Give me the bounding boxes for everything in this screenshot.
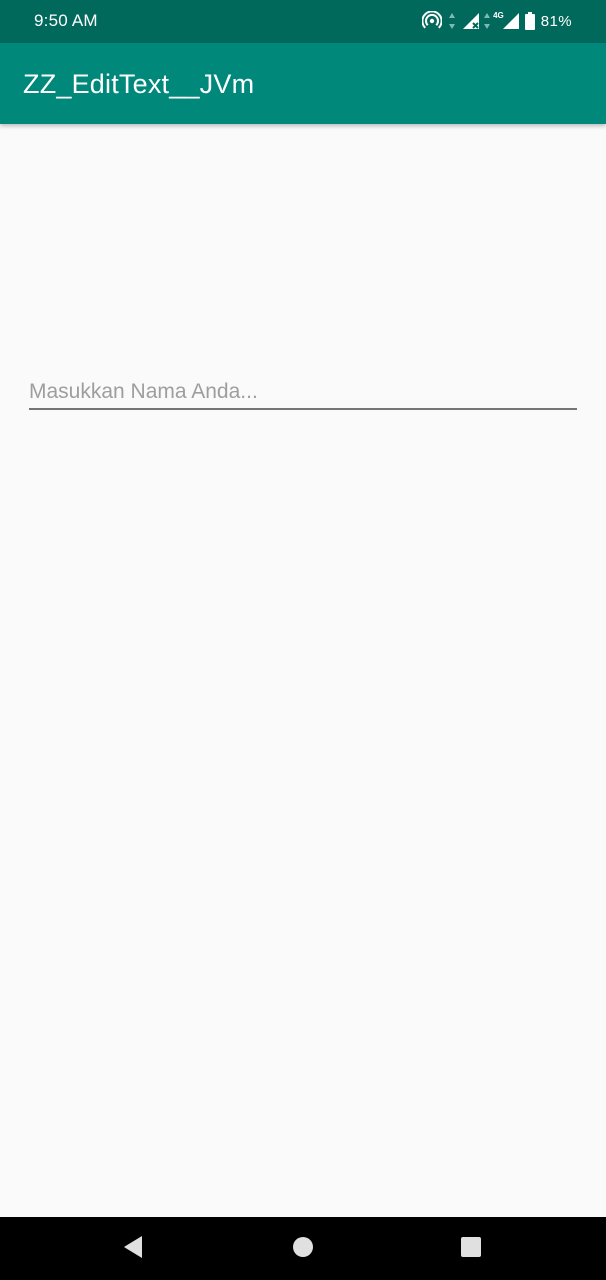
back-icon <box>122 1235 144 1264</box>
hotspot-icon <box>422 11 443 31</box>
status-bar: 9:50 AM 4G 81% <box>0 0 606 43</box>
recents-icon <box>460 1236 482 1263</box>
back-button[interactable] <box>120 1235 146 1264</box>
name-input[interactable] <box>29 376 577 410</box>
data-arrows-icon <box>483 12 491 30</box>
home-icon <box>292 1236 314 1263</box>
app-title: ZZ_EditText__JVm <box>23 69 255 99</box>
data-arrows-icon <box>448 12 456 30</box>
battery-percent: 81% <box>540 12 572 30</box>
recents-button[interactable] <box>458 1236 484 1262</box>
battery-icon <box>524 12 535 30</box>
home-button[interactable] <box>290 1236 316 1262</box>
navigation-bar <box>0 1217 606 1280</box>
network-type-label: 4G <box>493 10 504 20</box>
status-icons: 4G 81% <box>422 10 572 32</box>
signal-icon <box>502 12 520 30</box>
status-time: 9:50 AM <box>34 11 98 30</box>
app-bar: ZZ_EditText__JVm <box>0 43 606 124</box>
signal-no-service-icon <box>462 12 480 30</box>
